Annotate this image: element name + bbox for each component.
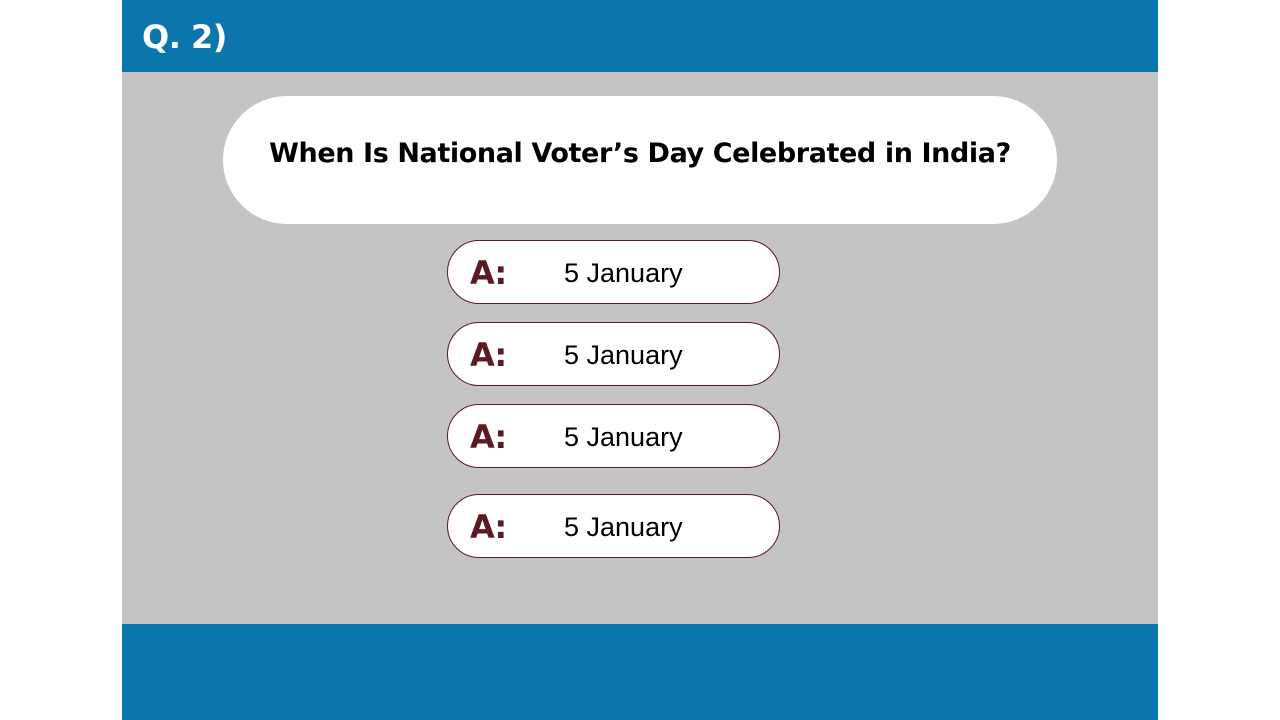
footer-bar xyxy=(122,624,1158,720)
answer-option-2[interactable]: A: 5 January xyxy=(447,322,780,386)
answer-prefix: A: xyxy=(470,336,507,374)
answer-text: 5 January xyxy=(564,512,683,542)
answer-text: 5 January xyxy=(564,340,683,370)
question-text: When Is National Voter’s Day Celebrated … xyxy=(269,138,1011,169)
answer-prefix: A: xyxy=(470,418,507,456)
answer-prefix: A: xyxy=(470,508,507,546)
header-bar: Q. 2) xyxy=(122,0,1158,72)
question-card: When Is National Voter’s Day Celebrated … xyxy=(223,96,1057,224)
answer-option-4[interactable]: A: 5 January xyxy=(447,494,780,558)
answer-text: 5 January xyxy=(564,258,683,288)
answer-option-3[interactable]: A: 5 January xyxy=(447,404,780,468)
question-number: Q. 2) xyxy=(142,18,227,56)
answer-prefix: A: xyxy=(470,254,507,292)
quiz-slide: Q. 2) When Is National Voter’s Day Celeb… xyxy=(122,0,1158,720)
answer-text: 5 January xyxy=(564,422,683,452)
answer-option-1[interactable]: A: 5 January xyxy=(447,240,780,304)
